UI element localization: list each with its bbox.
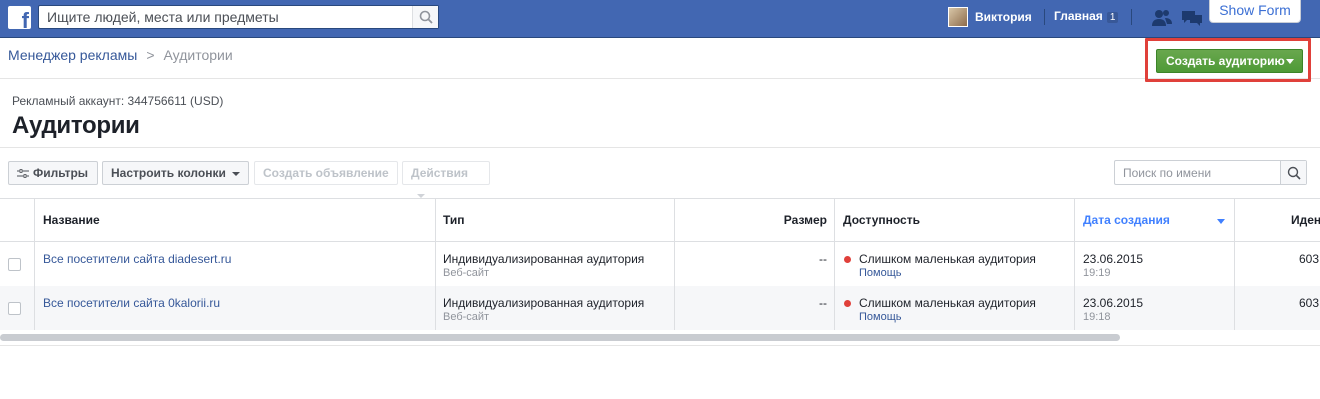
column-divider — [834, 198, 835, 330]
profile-link[interactable]: Виктория — [948, 6, 1032, 28]
actions-label: Действия — [411, 166, 469, 180]
column-divider — [34, 198, 35, 330]
horizontal-scrollbar[interactable] — [0, 334, 1120, 341]
create-ad-button[interactable]: Создать объявление — [254, 161, 398, 185]
column-size[interactable]: Размер — [675, 199, 835, 242]
chevron-down-icon — [1286, 59, 1294, 64]
breadcrumb-bar: Менеджер рекламы > Аудитории — [0, 38, 1320, 79]
availability-status: Слишком маленькая аудитория — [859, 296, 1036, 310]
created-time: 19:18 — [1083, 311, 1111, 323]
create-ad-label: Создать объявление — [263, 166, 389, 180]
filter-icon — [17, 168, 29, 178]
table-header: Название Тип Размер Доступность Дата соз… — [0, 198, 1320, 242]
page-title: Аудитории — [12, 112, 140, 139]
create-audience-button[interactable]: Создать аудиторию — [1156, 49, 1303, 73]
avatar — [948, 7, 968, 27]
create-audience-highlight: Создать аудиторию — [1145, 38, 1311, 82]
breadcrumb-current: Аудитории — [163, 47, 233, 63]
audience-name-link[interactable]: Все посетители сайта diadesert.ru — [43, 252, 231, 266]
column-divider — [674, 198, 675, 330]
profile-name: Виктория — [975, 10, 1032, 24]
table-row: Все посетители сайта diadesert.ru Индиви… — [0, 242, 1320, 286]
status-dot-icon — [844, 256, 851, 263]
audience-id: 603 — [1299, 252, 1320, 266]
divider — [0, 147, 1320, 148]
help-link[interactable]: Помощь — [859, 267, 902, 279]
search-icon — [419, 10, 433, 24]
name-search-input[interactable] — [1115, 161, 1279, 184]
audience-name-link[interactable]: Все посетители сайта 0kalorii.ru — [43, 296, 220, 310]
status-dot-icon — [844, 300, 851, 307]
column-divider — [1074, 198, 1075, 330]
audience-type-source: Веб-сайт — [443, 311, 490, 323]
ad-account-label: Рекламный аккаунт: 344756611 (USD) — [12, 94, 224, 108]
audience-size: -- — [819, 296, 827, 310]
audience-type: Индивидуализированная аудитория — [443, 252, 645, 266]
name-search — [1114, 160, 1307, 185]
column-id-label: Иден — [1291, 213, 1320, 227]
column-divider — [435, 198, 436, 330]
column-name[interactable]: Название — [35, 199, 435, 242]
filters-label: Фильтры — [33, 166, 89, 180]
breadcrumb-ads-manager[interactable]: Менеджер рекламы — [8, 47, 137, 63]
customize-columns-button[interactable]: Настроить колонки — [102, 161, 249, 185]
breadcrumb: Менеджер рекламы > Аудитории — [8, 47, 233, 63]
divider — [1131, 9, 1132, 25]
global-search — [38, 5, 439, 29]
audience-size: -- — [819, 252, 827, 266]
divider — [0, 345, 1320, 346]
column-divider — [1234, 198, 1235, 330]
home-count-badge: 1 — [1106, 12, 1119, 23]
filters-button[interactable]: Фильтры — [8, 161, 98, 185]
customize-columns-label: Настроить колонки — [111, 166, 226, 180]
created-date: 23.06.2015 — [1083, 252, 1144, 266]
sort-descending-icon — [1217, 219, 1225, 224]
home-label: Главная — [1054, 9, 1103, 23]
column-availability[interactable]: Доступность — [835, 199, 1075, 242]
search-icon — [1287, 166, 1301, 180]
audience-id: 603 — [1299, 296, 1320, 310]
search-button[interactable] — [412, 6, 438, 28]
friend-requests-icon[interactable] — [1151, 8, 1173, 28]
column-created-date[interactable]: Дата создания — [1075, 199, 1235, 242]
home-link[interactable]: Главная 1 — [1054, 9, 1119, 23]
messages-icon[interactable] — [1180, 8, 1204, 28]
column-id[interactable]: Иден — [1235, 199, 1320, 242]
breadcrumb-separator: > — [146, 47, 155, 63]
row-checkbox[interactable] — [8, 258, 21, 271]
column-created-date-label: Дата создания — [1083, 213, 1170, 227]
created-time: 19:19 — [1083, 267, 1111, 279]
facebook-logo-icon[interactable]: f — [8, 6, 31, 29]
created-date: 23.06.2015 — [1083, 296, 1144, 310]
show-form-button[interactable]: Show Form — [1209, 0, 1301, 23]
top-navigation-bar: f Виктория Главная1 Show Form — [0, 0, 1320, 38]
divider — [1044, 9, 1045, 25]
audience-type-source: Веб-сайт — [443, 267, 490, 279]
chevron-down-icon — [231, 171, 240, 176]
create-audience-label: Создать аудиторию — [1166, 54, 1285, 68]
column-type[interactable]: Тип — [435, 199, 675, 242]
row-checkbox[interactable] — [8, 302, 21, 315]
table-row: Все посетители сайта 0kalorii.ru Индивид… — [0, 286, 1320, 330]
name-search-button[interactable] — [1280, 161, 1306, 184]
global-search-input[interactable] — [39, 6, 409, 28]
help-link[interactable]: Помощь — [859, 311, 902, 323]
availability-status: Слишком маленькая аудитория — [859, 252, 1036, 266]
actions-dropdown[interactable]: Действия — [402, 161, 490, 198]
audience-type: Индивидуализированная аудитория — [443, 296, 645, 310]
